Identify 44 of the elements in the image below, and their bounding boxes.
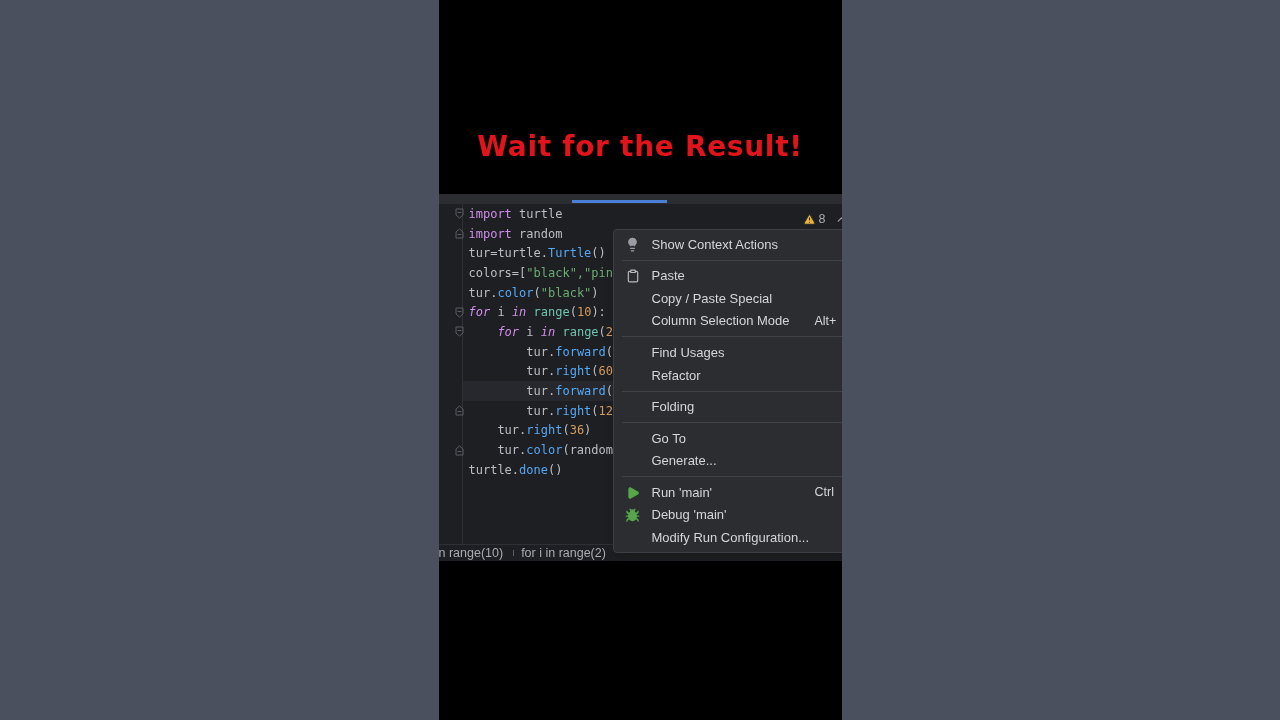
menu-item[interactable]: Folding — [613, 395, 842, 419]
code-line: tur.color(random — [496, 442, 613, 460]
warning-icon[interactable] — [802, 212, 816, 226]
fold-icon[interactable] — [454, 405, 464, 417]
warning-count[interactable]: 8 — [818, 210, 826, 229]
code-line: colors=["black","pin — [467, 264, 613, 282]
menu-item[interactable]: Find Usages — [613, 341, 842, 364]
play-icon — [625, 485, 640, 500]
menu-item[interactable]: Go To — [613, 427, 842, 450]
fold-icon[interactable] — [454, 444, 464, 456]
menu-item[interactable]: Show Context Actions — [613, 233, 842, 256]
fold-icon[interactable] — [454, 326, 464, 338]
code-line: for i in range(10): — [467, 304, 606, 322]
menu-item[interactable]: Refactor — [613, 363, 842, 387]
code-line: tur.forward( — [525, 343, 613, 361]
bug-icon — [625, 507, 640, 523]
breadcrumb[interactable]: for i in range(2) — [521, 543, 606, 561]
menu-item[interactable]: Copy / Paste Special — [613, 287, 842, 310]
menu-item[interactable]: Modify Run Configuration... — [613, 526, 842, 550]
menu-item[interactable]: Column Selection Mode Alt+ — [613, 309, 842, 333]
lightbulb-icon — [625, 236, 640, 252]
code-line: tur.right(12 — [525, 402, 613, 420]
code-line: tur.right(60 — [525, 363, 613, 381]
code-line: tur=turtle.Turtle() — [467, 245, 606, 263]
menu-item[interactable]: Generate... — [613, 449, 842, 473]
breadcrumb[interactable]: n range(10) — [438, 543, 504, 561]
shortcut-label: Alt+ — [814, 312, 838, 330]
code-line: import random — [467, 225, 563, 243]
menu-item[interactable]: Paste — [613, 264, 842, 288]
code-line: tur.right(36) — [496, 422, 592, 440]
code-line: for i in range(2 — [496, 323, 614, 341]
fold-icon[interactable] — [454, 228, 464, 240]
menu-item[interactable]: Run 'main' Ctrl — [613, 481, 842, 504]
shortcut-label: Ctrl — [814, 484, 835, 502]
menu-item[interactable]: Debug 'main' — [613, 503, 842, 527]
code-line: tur.color("black") — [467, 284, 599, 302]
video-title: Wait for the Result! — [477, 129, 803, 165]
code-line: tur.forward( — [525, 383, 613, 401]
fold-icon[interactable] — [454, 306, 464, 318]
code-line: import turtle — [467, 205, 563, 223]
fold-icon[interactable] — [454, 208, 464, 220]
code-line: turtle.done() — [467, 461, 563, 479]
clipboard-icon — [625, 268, 640, 283]
breadcrumb-separator — [510, 550, 515, 556]
